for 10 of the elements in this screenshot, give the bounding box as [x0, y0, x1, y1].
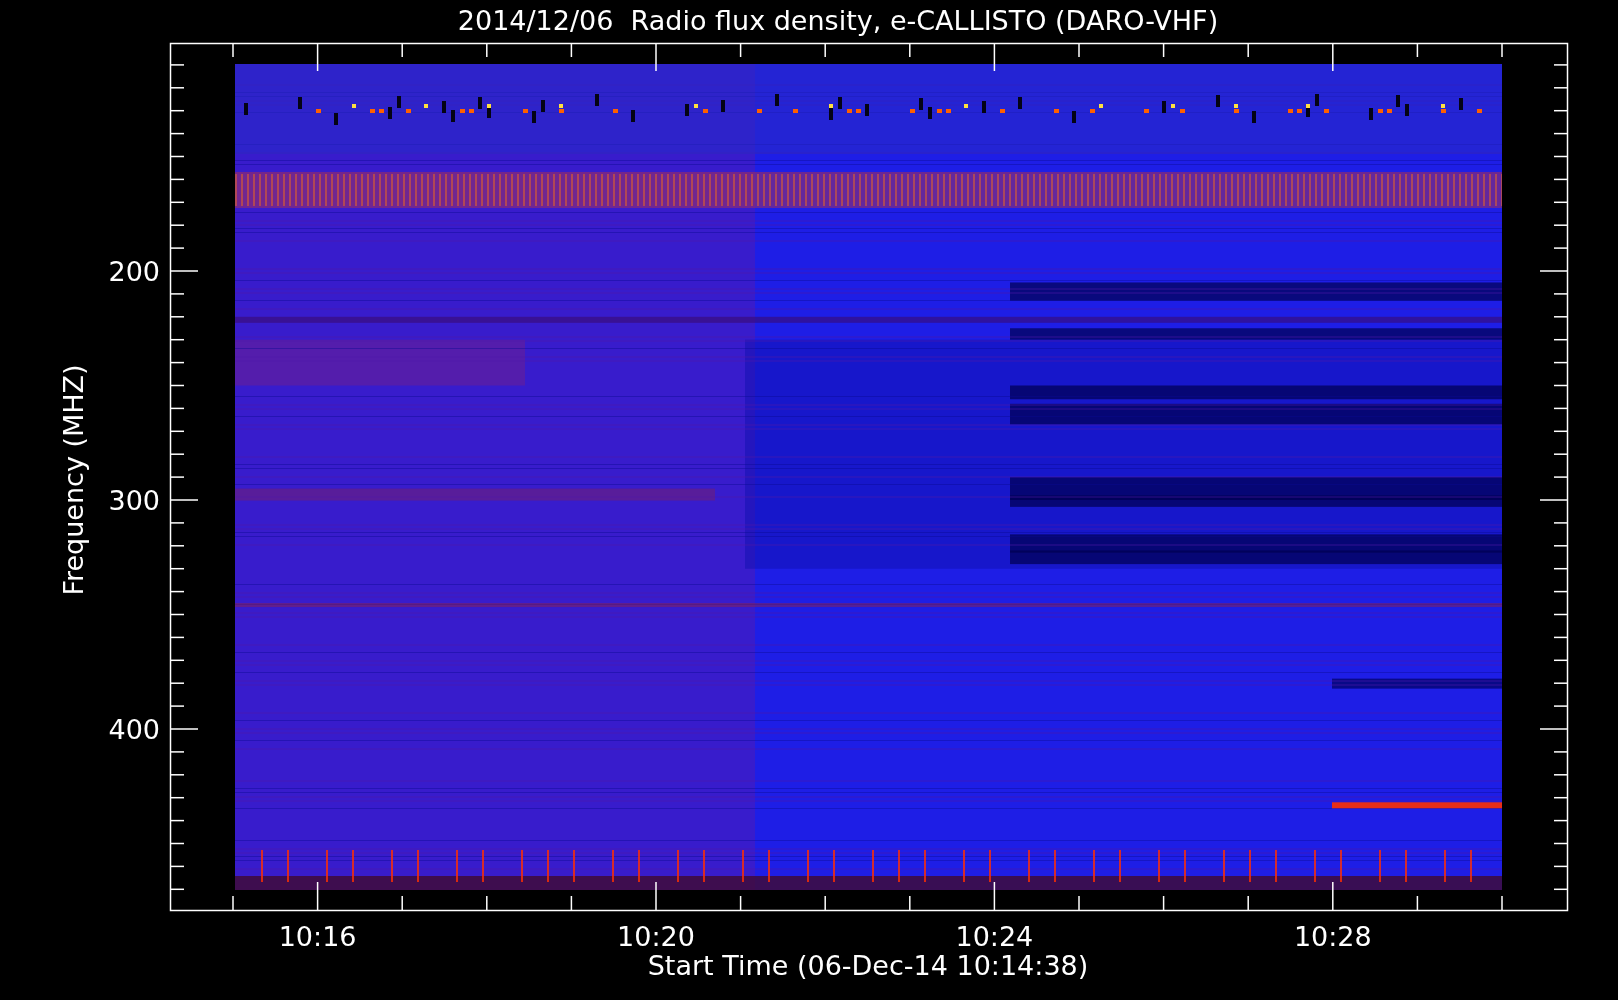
- axis-tick-label: 200: [108, 256, 160, 287]
- chart-title: 2014/12/06 Radio flux density, e-CALLISTO (DARO-VHF): [457, 5, 1219, 36]
- axis-tick-label: 10:16: [278, 921, 357, 952]
- axis-tick-label: 10:28: [1293, 921, 1372, 952]
- axis-title: Start Time (06-Dec-14 10:14:38): [647, 950, 1089, 981]
- axis-tick-label: 300: [108, 485, 160, 516]
- axis-title: Frequency (MHZ): [58, 364, 89, 596]
- axis-tick-label: 10:20: [617, 921, 695, 952]
- axis-tick-label: 400: [108, 714, 160, 745]
- axis-tick-label: 10:24: [955, 921, 1034, 952]
